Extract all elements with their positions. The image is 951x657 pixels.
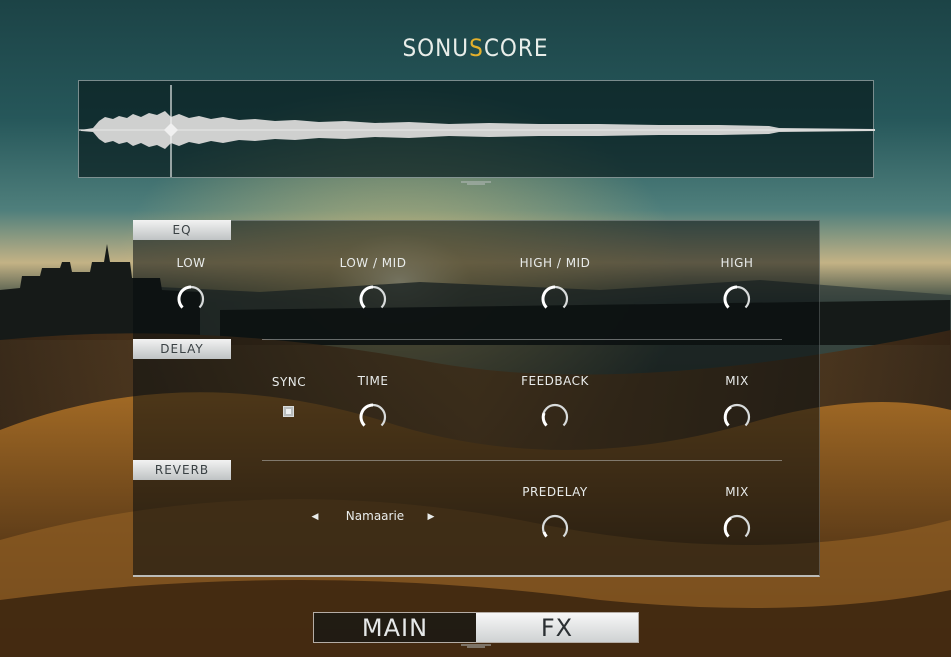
logo-accent: S [469,34,484,62]
eq-high-mid-label: HIGH / MID [519,256,591,270]
reverb-mix-label: MIX [725,485,749,499]
delay-section-tab: DELAY [133,339,231,359]
delay-mix-knob[interactable] [721,401,753,433]
tab-main[interactable]: MAIN [314,613,476,642]
preset-prev-arrow-icon[interactable]: ◀ [309,512,321,522]
delay-time-label: TIME [357,374,389,388]
preset-next-arrow-icon[interactable]: ▶ [425,512,437,522]
eq-section-tab: EQ [133,220,231,240]
reverb-preset-name[interactable]: Namaarie [342,509,408,523]
page-tabbar: MAIN FX [313,612,639,643]
sonuscore-logo: SONUSCORE [0,34,951,62]
reverb-section-tab: REVERB [133,460,231,480]
logo-prefix: SONU [402,34,470,62]
delay-sync-checkbox[interactable] [283,406,294,417]
eq-low-knob[interactable] [175,283,207,315]
eq-high-mid-knob[interactable] [539,283,571,315]
section-divider [262,460,782,461]
resize-grip-icon[interactable] [461,644,491,648]
logo-suffix: CORE [483,34,549,62]
resize-grip-icon[interactable] [461,181,491,185]
reverb-mix-knob[interactable] [721,512,753,544]
reverb-predelay-label: PREDELAY [522,485,588,499]
eq-low-mid-label: LOW / MID [339,256,407,270]
fx-panel [133,220,820,577]
delay-time-knob[interactable] [357,401,389,433]
waveform [79,85,875,177]
eq-low-mid-knob[interactable] [357,283,389,315]
eq-high-label: HIGH [720,256,754,270]
eq-low-label: LOW [176,256,206,270]
delay-mix-label: MIX [725,374,749,388]
delay-feedback-label: FEEDBACK [521,374,589,388]
waveform-display[interactable] [78,80,875,178]
eq-high-knob[interactable] [721,283,753,315]
delay-feedback-knob[interactable] [539,401,571,433]
section-divider [262,339,782,340]
reverb-predelay-knob[interactable] [539,512,571,544]
tab-fx[interactable]: FX [476,613,638,642]
